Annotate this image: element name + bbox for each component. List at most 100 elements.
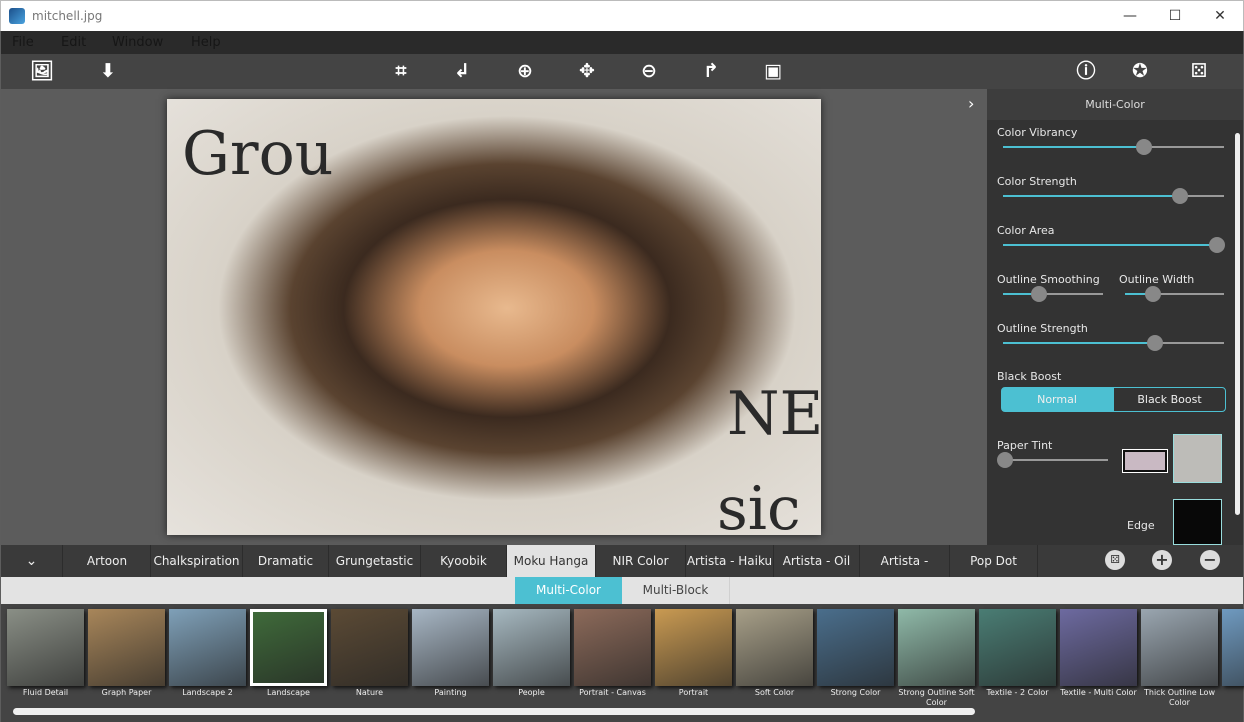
expand-panel-chevron-icon[interactable]: › xyxy=(968,94,974,113)
slider-handle[interactable] xyxy=(1147,335,1164,351)
style-tab[interactable]: Artista - Haiku xyxy=(686,545,774,577)
menu-bar: File Edit Window Help xyxy=(1,31,1243,54)
preset-scrollbar[interactable] xyxy=(13,708,975,715)
style-tab[interactable]: Artista - Sketch xyxy=(860,545,950,600)
paper-tint-color-swatch[interactable] xyxy=(1122,449,1168,473)
title-bar: mitchell.jpg — ☐ ✕ xyxy=(0,0,1244,31)
outline-strength-label: Outline Strength xyxy=(997,322,1088,335)
preset-thumbnail[interactable] xyxy=(817,609,894,686)
subtab-multi-block[interactable]: Multi-Block xyxy=(622,577,730,604)
style-tabs-bar: ⌄ ⚄ + − Artoon Chalkspiration Dramatic Grun… xyxy=(1,545,1243,600)
photo-text: NE xyxy=(727,379,824,449)
slider-fill xyxy=(1003,195,1180,197)
pan-icon[interactable]: ✥ xyxy=(574,59,600,83)
color-vibrancy-slider[interactable] xyxy=(1003,139,1224,155)
dice-icon[interactable]: ⚄ xyxy=(1186,59,1212,83)
style-tab[interactable]: Chalkspiration xyxy=(151,545,243,577)
panel-scrollbar[interactable] xyxy=(1235,133,1240,515)
style-tab[interactable]: Artoon xyxy=(64,545,151,577)
slider-handle[interactable] xyxy=(1144,286,1161,302)
minimize-button[interactable]: — xyxy=(1107,5,1153,27)
color-area-slider[interactable] xyxy=(1003,237,1226,253)
subtab-multi-color[interactable]: Multi-Color xyxy=(515,577,622,604)
black-boost-option[interactable]: Black Boost xyxy=(1113,387,1226,412)
paper-tint-slider[interactable] xyxy=(997,452,1108,468)
remove-icon[interactable]: − xyxy=(1200,550,1220,570)
settings-icon[interactable]: ✪ xyxy=(1127,59,1153,83)
style-tab[interactable]: Moku Hanga xyxy=(507,545,596,577)
slider-handle[interactable] xyxy=(1171,188,1188,204)
outline-smoothing-slider[interactable] xyxy=(1003,286,1103,302)
normal-option[interactable]: Normal xyxy=(1001,387,1113,412)
preset-thumbnail[interactable] xyxy=(574,609,651,686)
style-tab[interactable]: Pop Dot xyxy=(950,545,1038,577)
random-dice-icon[interactable]: ⚄ xyxy=(1105,550,1125,570)
slider-track[interactable] xyxy=(1003,459,1108,461)
preset-label: Portrait xyxy=(678,688,709,697)
edge-texture-thumbnail[interactable] xyxy=(1173,499,1222,545)
zoom-in-icon[interactable]: ⊕ xyxy=(512,59,538,83)
color-area-label: Color Area xyxy=(997,224,1055,237)
preset-label: Th... xyxy=(1220,688,1244,698)
slider-handle[interactable] xyxy=(1209,237,1226,253)
preset-label: Soft Color xyxy=(754,688,795,697)
menu-help[interactable]: Help xyxy=(191,35,221,50)
paper-texture-thumbnail[interactable] xyxy=(1173,434,1222,483)
color-strength-slider[interactable] xyxy=(1003,188,1224,204)
preset-thumbnail[interactable] xyxy=(493,609,570,686)
outline-width-slider[interactable] xyxy=(1125,286,1224,302)
canvas-area[interactable]: Grou NE sic › xyxy=(1,89,987,545)
slider-handle[interactable] xyxy=(1031,286,1047,302)
preset-label: Strong Outline Soft Color xyxy=(898,688,975,707)
preset-thumbnail[interactable] xyxy=(979,609,1056,686)
style-tab[interactable]: NIR Color xyxy=(596,545,686,577)
open-image-icon[interactable]: 🖼 xyxy=(29,59,55,83)
preset-label: Strong Color xyxy=(830,688,881,697)
maximize-button[interactable]: ☐ xyxy=(1152,5,1198,27)
fit-image-icon[interactable]: ▣ xyxy=(760,59,786,83)
color-vibrancy-label: Color Vibrancy xyxy=(997,126,1078,139)
style-tab[interactable]: Kyoobik xyxy=(421,545,507,577)
preset-thumbnail[interactable] xyxy=(250,609,327,686)
preset-thumbnail[interactable] xyxy=(1141,609,1218,686)
zoom-out-icon[interactable]: ⊖ xyxy=(636,59,662,83)
slider-handle[interactable] xyxy=(997,452,1014,468)
preset-thumbnail[interactable] xyxy=(169,609,246,686)
preset-label: Painting xyxy=(434,688,467,697)
menu-file[interactable]: File xyxy=(12,35,34,50)
add-icon[interactable]: + xyxy=(1152,550,1172,570)
style-tab[interactable]: Grungetastic xyxy=(329,545,421,577)
preset-thumbnail[interactable] xyxy=(1060,609,1137,686)
crop-icon[interactable]: ⌗ xyxy=(388,59,414,83)
info-icon[interactable]: ⓘ xyxy=(1073,59,1099,83)
preset-thumbnail[interactable] xyxy=(655,609,732,686)
slider-fill xyxy=(1003,146,1145,148)
close-button[interactable]: ✕ xyxy=(1197,5,1243,27)
save-tray-icon[interactable]: ⬇ xyxy=(95,59,121,83)
preset-label: Thick Outline Low Color xyxy=(1144,688,1215,707)
slider-handle[interactable] xyxy=(1136,139,1153,155)
preset-thumbnail[interactable] xyxy=(736,609,813,686)
edited-photo[interactable]: Grou NE sic xyxy=(167,99,824,544)
menu-edit[interactable]: Edit xyxy=(61,35,86,50)
style-tab[interactable]: Artista - Oil xyxy=(774,545,860,577)
slider-fill xyxy=(1003,342,1156,344)
preset-thumbnail[interactable] xyxy=(1222,609,1244,686)
rotate-left-icon[interactable]: ↲ xyxy=(449,59,475,83)
outline-strength-slider[interactable] xyxy=(1003,335,1224,351)
menu-window[interactable]: Window xyxy=(112,35,163,50)
rotate-right-icon[interactable]: ↱ xyxy=(698,59,724,83)
preset-label: Graph Paper xyxy=(101,688,152,697)
preset-label: Portrait - Canvas xyxy=(579,688,646,697)
window-title: mitchell.jpg xyxy=(32,9,103,23)
preset-strip: Fluid Detail Graph Paper Landscape 2 Landsc… xyxy=(1,604,1244,722)
color-strength-label: Color Strength xyxy=(997,175,1077,188)
preset-thumbnail[interactable] xyxy=(898,609,975,686)
preset-label: Textile - 2 Color xyxy=(986,688,1049,697)
preset-thumbnail[interactable] xyxy=(412,609,489,686)
style-tab[interactable]: Dramatic xyxy=(243,545,329,577)
preset-thumbnail[interactable] xyxy=(331,609,408,686)
preset-thumbnail[interactable] xyxy=(7,609,84,686)
collapse-chevron-icon[interactable]: ⌄ xyxy=(1,545,63,577)
preset-thumbnail[interactable] xyxy=(88,609,165,686)
